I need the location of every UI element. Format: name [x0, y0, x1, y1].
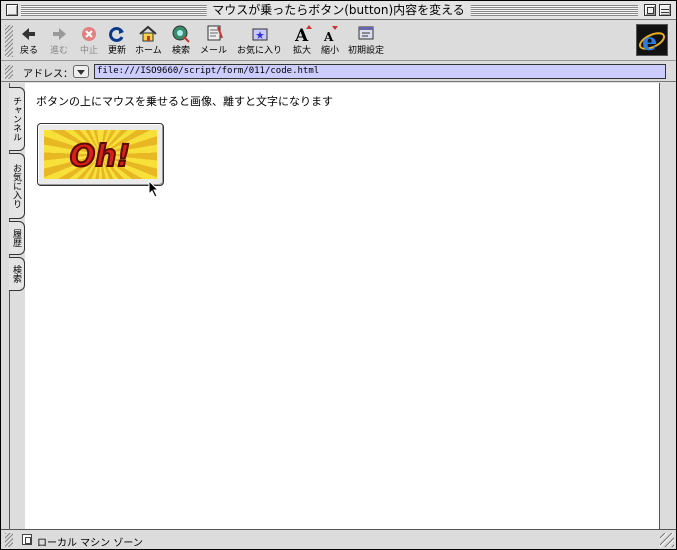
home-icon	[138, 24, 158, 44]
reload-icon	[107, 24, 127, 44]
instruction-text: ボタンの上にマウスを乗せると画像、離すと文字になります	[36, 95, 333, 108]
explorer-sidebar: チャンネル お気に入り 履歴 検索	[1, 83, 25, 529]
sidebar-tab-search-label: 検索	[11, 265, 21, 283]
collapse-box[interactable]	[659, 4, 671, 16]
favorites-folder-icon	[250, 24, 270, 44]
page-content: ボタンの上にマウスを乗せると画像、離すと文字になります Oh!	[25, 83, 659, 529]
mail-button[interactable]: メール	[200, 24, 227, 57]
local-zone-icon	[22, 534, 32, 545]
preferences-label: 初期設定	[348, 46, 385, 56]
address-grip[interactable]	[5, 65, 13, 79]
sidebar-tab-history-label: 履歴	[11, 229, 21, 247]
address-label: アドレス：	[23, 69, 73, 80]
sidebar-tab-search[interactable]: 検索	[9, 257, 25, 291]
zoom-box[interactable]	[644, 4, 656, 16]
forward-label: 進む	[49, 46, 68, 56]
mail-label: メール	[200, 46, 228, 56]
address-bar: アドレス： file:///ISO9660/script/form/011/co…	[1, 62, 676, 82]
smaller-text-button[interactable]: A 縮小	[320, 24, 340, 57]
reload-button[interactable]: 更新	[107, 24, 127, 57]
sidebar-tab-history[interactable]: 履歴	[9, 221, 25, 255]
sidebar-tab-channels[interactable]: チャンネル	[9, 87, 25, 151]
address-history-dropdown[interactable]	[73, 65, 89, 78]
toolbar: 戻る 進む 中止 更新 ホーム 検索 メール お気に入り A 拡大 A 縮小 初…	[1, 21, 676, 61]
sidebar-tab-favorites-label: お気に入り	[11, 163, 21, 209]
close-box[interactable]	[6, 4, 18, 16]
window-title: マウスが乗ったらボタン(button)内容を変える	[206, 2, 471, 18]
forward-button[interactable]: 進む	[49, 24, 69, 57]
home-button[interactable]: ホーム	[135, 24, 162, 57]
oh-image-text: Oh!	[70, 139, 131, 174]
mouse-pointer-icon	[148, 180, 160, 198]
status-zone-text: ローカル マシン ゾーン	[37, 538, 143, 549]
ie-logo-icon[interactable]: e	[636, 24, 668, 56]
status-grip	[5, 533, 13, 547]
favorites-button[interactable]: お気に入り	[237, 24, 282, 57]
search-globe-icon	[171, 24, 191, 44]
larger-text-label: 拡大	[292, 46, 311, 56]
stop-icon	[79, 24, 99, 44]
vertical-scrollbar[interactable]	[659, 83, 676, 529]
home-label: ホーム	[135, 46, 162, 56]
stop-label: 中止	[79, 46, 98, 56]
back-button[interactable]: 戻る	[19, 24, 39, 57]
text-larger-icon: A	[292, 24, 312, 46]
larger-text-button[interactable]: A 拡大	[292, 24, 312, 57]
forward-arrow-icon	[49, 24, 69, 44]
text-smaller-icon: A	[320, 24, 340, 44]
address-input[interactable]: file:///ISO9660/script/form/011/code.htm…	[94, 64, 666, 79]
svg-text:e: e	[642, 27, 657, 55]
back-arrow-icon	[19, 24, 39, 44]
status-bar: ローカル マシン ゾーン	[1, 529, 676, 549]
preferences-button[interactable]: 初期設定	[348, 24, 384, 57]
oh-image: Oh!	[44, 130, 157, 179]
stop-button[interactable]: 中止	[79, 24, 99, 57]
mail-icon	[204, 24, 224, 44]
reload-label: 更新	[107, 46, 126, 56]
back-label: 戻る	[19, 46, 38, 56]
favorites-label: お気に入り	[237, 46, 283, 56]
sidebar-tab-favorites[interactable]: お気に入り	[9, 153, 25, 219]
resize-handle-icon[interactable]	[660, 533, 674, 547]
smaller-text-label: 縮小	[320, 46, 339, 56]
image-swap-button[interactable]: Oh!	[37, 123, 164, 186]
search-label: 検索	[171, 46, 190, 56]
browser-window: マウスが乗ったらボタン(button)内容を変える 戻る 進む 中止 更新 ホー…	[0, 0, 677, 550]
svg-text:A: A	[323, 30, 334, 44]
preferences-icon	[356, 24, 376, 44]
toolbar-grip[interactable]	[5, 25, 13, 57]
title-bar[interactable]: マウスが乗ったらボタン(button)内容を変える	[1, 1, 676, 20]
search-button[interactable]: 検索	[171, 24, 191, 57]
sidebar-tab-channels-label: チャンネル	[11, 96, 21, 142]
